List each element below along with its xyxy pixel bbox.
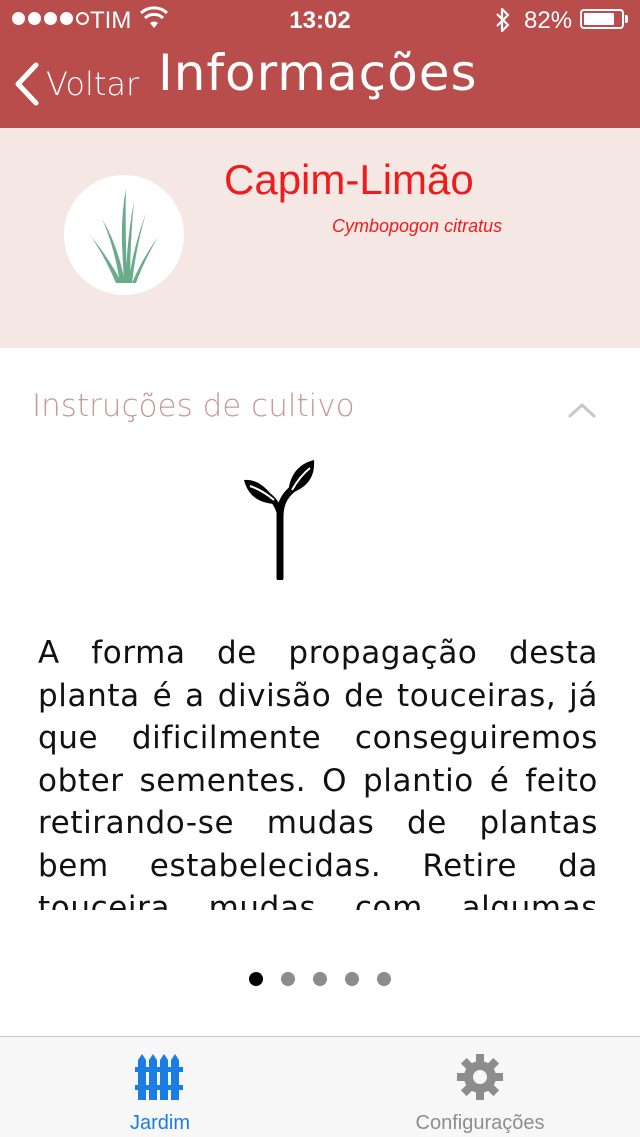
sprout-icon <box>244 460 315 580</box>
fence-icon <box>135 1054 183 1100</box>
plant-scientific-name: Cymbopogon citratus <box>332 216 503 236</box>
back-button[interactable]: Voltar <box>14 56 139 112</box>
page-dot[interactable] <box>345 972 359 986</box>
cultivation-instructions-text: A forma de propagação desta planta é a d… <box>38 635 598 910</box>
gear-icon <box>457 1054 503 1100</box>
tab-configuracoes-label: Configurações <box>415 1112 545 1134</box>
chevron-up-icon[interactable] <box>566 398 598 422</box>
chevron-left-icon <box>15 62 39 106</box>
grass-icon <box>90 189 158 283</box>
page-dot[interactable] <box>249 972 263 986</box>
bluetooth-icon <box>496 7 510 33</box>
tab-configuracoes[interactable]: Configurações <box>320 1038 640 1136</box>
battery-percentage: 82% <box>524 7 573 34</box>
page-dot[interactable] <box>281 972 295 986</box>
plant-name: Capim-Limão <box>224 156 474 203</box>
back-button-label: Voltar <box>46 65 140 103</box>
plant-avatar <box>64 175 184 295</box>
status-bar: TIM 13:02 82% <box>0 0 640 40</box>
page-title: Informações <box>158 44 478 102</box>
page-dot[interactable] <box>377 972 391 986</box>
battery-tip <box>625 15 628 23</box>
tab-jardim-label: Jardim <box>129 1112 190 1134</box>
page-dot[interactable] <box>313 972 327 986</box>
battery-icon <box>580 9 624 29</box>
tab-jardim[interactable]: Jardim <box>0 1038 320 1136</box>
page-control[interactable] <box>0 972 640 986</box>
section-title: Instruções de cultivo <box>32 388 355 424</box>
